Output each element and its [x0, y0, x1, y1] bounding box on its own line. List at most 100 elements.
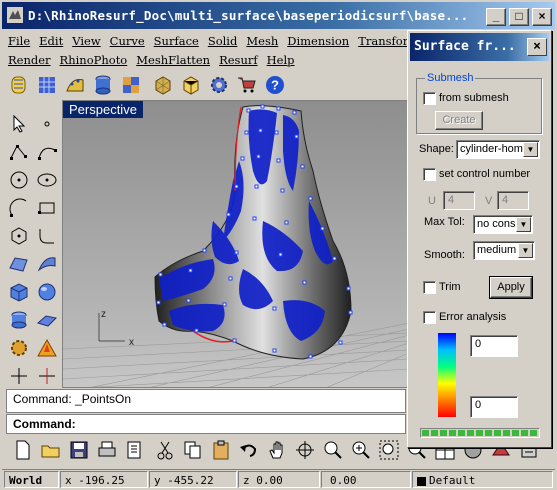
- rectangle-icon[interactable]: [35, 196, 59, 220]
- dialog-title-bar[interactable]: Surface fr... ×: [410, 33, 549, 61]
- gear-icon[interactable]: [208, 74, 230, 96]
- help-icon[interactable]: ?: [264, 74, 286, 96]
- status-z: z 0.00: [238, 471, 320, 488]
- zoom-window-icon[interactable]: [350, 439, 372, 461]
- menu-surface[interactable]: Surface: [150, 33, 203, 48]
- menu-meshflatten[interactable]: MeshFlatten: [132, 52, 214, 67]
- close-button[interactable]: ×: [532, 8, 552, 26]
- cart-icon[interactable]: [236, 74, 258, 96]
- chevron-down-icon[interactable]: ▼: [516, 217, 531, 232]
- layer-color-swatch: [417, 476, 426, 486]
- rotate-view-icon[interactable]: [294, 439, 316, 461]
- error-color-legend: [438, 333, 456, 417]
- menu-dimension[interactable]: Dimension: [283, 33, 353, 48]
- legend-max-input[interactable]: 0: [470, 335, 518, 357]
- max-tol-select-value: no cons: [477, 218, 516, 230]
- box-solid-icon[interactable]: [7, 280, 31, 304]
- polyline-icon[interactable]: [7, 140, 31, 164]
- save-icon[interactable]: [68, 439, 90, 461]
- legend-min-input[interactable]: 0: [470, 396, 518, 418]
- apply-button[interactable]: Apply: [489, 276, 533, 299]
- perspective-viewport[interactable]: z x Perspective: [62, 100, 408, 388]
- trim-checkbox[interactable]: [423, 281, 436, 294]
- menu-solid[interactable]: Solid: [204, 33, 242, 48]
- menu-view[interactable]: View: [68, 33, 104, 48]
- cylinder-solid-icon[interactable]: [7, 308, 31, 332]
- status-y: y -455.22: [149, 471, 237, 488]
- status-cplane[interactable]: World: [4, 471, 59, 488]
- surface-fit-icon[interactable]: [64, 74, 86, 96]
- curve-control-icon[interactable]: [35, 140, 59, 164]
- menu-render[interactable]: Render: [4, 52, 55, 67]
- dialog-close-button[interactable]: ×: [527, 38, 547, 56]
- chevron-down-icon[interactable]: ▼: [523, 142, 538, 157]
- mesh-grid-icon[interactable]: [36, 74, 58, 96]
- fillet-icon[interactable]: [35, 224, 59, 248]
- zoom-icon[interactable]: [322, 439, 344, 461]
- dialog-title: Surface fr...: [414, 39, 516, 54]
- box-icon[interactable]: [180, 74, 202, 96]
- transform-gear-icon[interactable]: [7, 336, 31, 360]
- axis-x-label: x: [129, 337, 134, 348]
- paste-icon[interactable]: [210, 439, 232, 461]
- from-submesh-label: from submesh: [439, 92, 509, 104]
- trim-icon[interactable]: [35, 364, 59, 388]
- title-bar[interactable]: D:\RhinoResurf_Doc\multi_surface\baseper…: [2, 2, 555, 29]
- surface-points-icon[interactable]: [7, 252, 31, 276]
- chevron-down-icon[interactable]: ▼: [518, 243, 533, 258]
- circle-icon[interactable]: [7, 168, 31, 192]
- undo-icon[interactable]: [238, 439, 260, 461]
- surface-loft-icon[interactable]: [35, 252, 59, 276]
- viewport-title[interactable]: Perspective: [63, 101, 143, 118]
- new-file-icon[interactable]: [12, 439, 34, 461]
- rhino-app-icon: [7, 7, 23, 23]
- create-button[interactable]: Create: [435, 111, 483, 130]
- open-folder-icon[interactable]: [40, 439, 62, 461]
- progress-fill: [422, 430, 538, 436]
- menu-rhinophoto[interactable]: RhinoPhoto: [56, 52, 132, 67]
- copy-icon[interactable]: [182, 439, 204, 461]
- menu-mesh[interactable]: Mesh: [242, 33, 282, 48]
- multi-surface-icon[interactable]: [120, 74, 142, 96]
- status-value: 0.00: [321, 471, 411, 488]
- maximize-button[interactable]: □: [509, 8, 529, 26]
- cube-grid-icon[interactable]: [152, 74, 174, 96]
- u-input[interactable]: 4: [443, 191, 475, 210]
- explode-icon[interactable]: [35, 336, 59, 360]
- max-tol-select[interactable]: no cons ▼: [473, 215, 533, 234]
- print-icon[interactable]: [96, 439, 118, 461]
- polygon-icon[interactable]: [7, 224, 31, 248]
- zoom-extents-icon[interactable]: [378, 439, 400, 461]
- menu-edit[interactable]: Edit: [35, 33, 67, 48]
- status-layer[interactable]: Default: [412, 471, 553, 488]
- ellipse-icon[interactable]: [35, 168, 59, 192]
- set-control-number-checkbox[interactable]: [423, 168, 436, 181]
- mesh-cylinder-icon[interactable]: [8, 74, 30, 96]
- properties-icon[interactable]: [124, 439, 146, 461]
- minimize-button[interactable]: _: [486, 8, 506, 26]
- arc-icon[interactable]: [7, 196, 31, 220]
- smooth-select[interactable]: medium ▼: [473, 241, 535, 260]
- point-icon[interactable]: [35, 112, 59, 136]
- menu-resurf[interactable]: Resurf: [215, 52, 262, 67]
- menu-file[interactable]: File: [4, 33, 34, 48]
- v-input[interactable]: 4: [497, 191, 529, 210]
- u-label: U: [428, 195, 436, 207]
- menu-curve[interactable]: Curve: [106, 33, 149, 48]
- cylinder-fit-icon[interactable]: [92, 74, 114, 96]
- command-prompt[interactable]: Command:: [6, 414, 406, 434]
- menu-help[interactable]: Help: [263, 52, 299, 67]
- pan-hand-icon[interactable]: [266, 439, 288, 461]
- sphere-icon[interactable]: [35, 280, 59, 304]
- cut-icon[interactable]: [154, 439, 176, 461]
- shape-label: Shape:: [419, 143, 454, 155]
- trim-label: Trim: [439, 281, 461, 293]
- shape-select[interactable]: cylinder-hom ▼: [456, 140, 540, 159]
- error-analysis-checkbox[interactable]: [423, 311, 436, 324]
- plane-surface-icon[interactable]: [35, 308, 59, 332]
- select-arrow-icon[interactable]: [7, 112, 31, 136]
- from-submesh-checkbox[interactable]: [423, 92, 436, 105]
- viewport-canvas: z x: [63, 101, 407, 387]
- window-title: D:\RhinoResurf_Doc\multi_surface\baseper…: [28, 8, 469, 23]
- split-icon[interactable]: [7, 364, 31, 388]
